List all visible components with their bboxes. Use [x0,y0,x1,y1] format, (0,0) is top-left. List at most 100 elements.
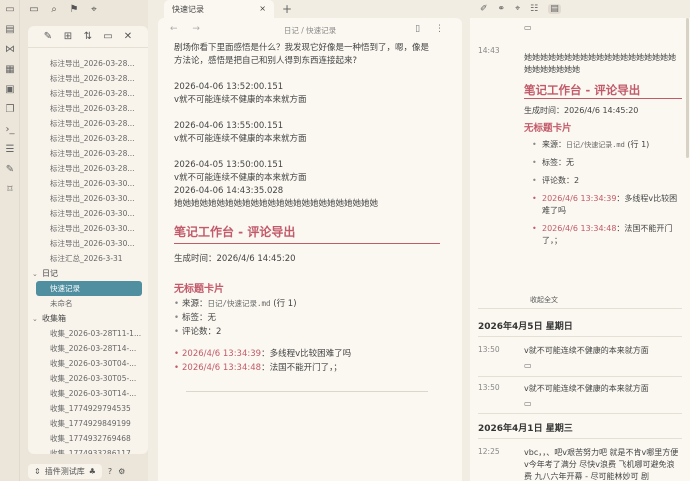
tree-file[interactable]: 收集_2026-03-28T14-... [28,341,148,356]
outline-icon[interactable]: ☷ [530,4,538,14]
tag-icon[interactable]: ⌖ [515,4,520,14]
tree-file[interactable]: 标注导出_2026-03-28... [28,86,148,101]
entry-generated: 生成时间：2026/4/6 14:45:20 [524,106,639,115]
timestamp: 2026-04-05 13:50:00.151 [174,160,284,170]
settings-icon[interactable]: ⚙ [118,467,125,476]
close-icon[interactable]: ✕ [122,31,134,42]
list-item-tags: 标签：无 [174,311,440,325]
tree-file[interactable]: 标注导出_2026-03-28... [28,161,148,176]
entry-source: 来源：日记/快速记录.md (行 1) [524,139,682,151]
note-content[interactable]: 剧场你看下里面感悟是什么？我发现它好像是一种悟到了，嗯，像是 方法论，感悟是把自… [174,42,440,392]
entry-time: 13:50 [478,345,500,354]
tab-quick-note[interactable]: 快速记录 × [164,0,274,18]
calendar-icon[interactable]: ▣ [4,84,16,96]
list-icon[interactable]: ☰ [4,144,16,156]
paragraph: 剧场你看下里面感悟是什么？我发现它好像是一种悟到了，嗯，像是 [174,43,430,53]
tree-file[interactable]: 收集_2026-03-30T05-... [28,371,148,386]
editor-actions[interactable]: ▯ ⋮ [415,24,450,34]
vault-name: 插件测试库 [44,466,85,476]
tree-file[interactable]: 标注导出_2026-03-28... [28,116,148,131]
divider [478,336,682,337]
tree-file[interactable]: 收集_1774932769468 [28,431,148,446]
new-folder-icon[interactable]: ⊞ [62,31,74,42]
entry-time: 12:25 [478,447,500,456]
entry-heading: 笔记工作台 - 评论导出 [524,84,682,99]
tree-file[interactable]: 标注导出_2026-03-30... [28,221,148,236]
tree-file[interactable]: 标注导出_2026-03-30... [28,236,148,251]
tree-file[interactable]: 未命名 [28,296,148,311]
comment-item: 2026/4/6 13:34:39：多线程v比较困难了吗 [174,347,440,361]
tree-file[interactable]: 标注汇总_2026-3-31 [28,251,148,266]
list-item-count: 评论数：2 [174,325,440,339]
help-icon[interactable]: ? [108,467,112,476]
tab-close-icon[interactable]: × [259,4,266,14]
tree-folder[interactable]: ⌄ 日记 [28,266,148,281]
collapse-icon[interactable]: ▭ [102,31,114,42]
tree-file[interactable]: 标注导出_2026-03-30... [28,191,148,206]
blocks-icon[interactable]: ▦ [4,64,16,76]
tree-file[interactable]: 标注导出_2026-03-30... [28,206,148,221]
tree-file[interactable]: 收集_2026-03-30T14-... [28,386,148,401]
tree-file[interactable]: 标注导出_2026-03-28... [28,56,148,71]
generated-time: 生成时间：2026/4/6 14:45:20 [174,254,296,264]
comment-icon[interactable]: ▭ [524,360,682,372]
tree-file[interactable]: 收集_1774929794535 [28,401,148,416]
bookmark-icon[interactable]: ⌑ [4,184,16,196]
chevron-down-icon: ⌄ [32,315,38,323]
divider [186,391,428,392]
tree-file[interactable]: 收集_2026-03-30T04-... [28,356,148,371]
highlight-icon[interactable]: ✐ [480,4,488,14]
tree-file[interactable]: 标注导出_2026-03-28... [28,71,148,86]
divider [478,438,682,439]
heading-card: 无标题卡片 [174,284,224,295]
graph-icon[interactable]: ⋈ [4,44,16,56]
copy-icon[interactable]: ❐ [4,104,16,116]
tag-tab-icon[interactable]: ⌖ [88,4,100,15]
comment-icon[interactable]: ▭ [524,398,682,410]
sidebar-top-bar: ▭ ⌕ ⚑ ⌖ [28,0,100,18]
tree-file[interactable]: 标注导出_2026-03-28... [28,101,148,116]
divider [478,376,682,377]
folder-icon[interactable]: ▭ [4,4,16,16]
entry-text: vbc，，、吧v艰苦努力吧 就是不肯v哪里方便v今年考了满分 尽快v浪费 飞机哪… [524,448,679,481]
tree-file[interactable]: 标注导出_2026-03-30... [28,176,148,191]
folder-tab-icon[interactable]: ▭ [28,4,40,15]
heading-export: 笔记工作台 - 评论导出 [174,223,440,244]
vault-switcher[interactable]: ⇕ 插件测试库 ♣ [28,463,102,479]
scrollbar[interactable] [686,18,689,158]
tree-folder[interactable]: ⌄ 收集箱 [28,311,148,326]
source-path[interactable]: 日记/快速记录.md [208,299,271,308]
entry-body: 她她她她她她她她她她她她她她她她她她她她她她她她她她 笔记工作台 - 评论导出 … [524,52,682,253]
entry-comment: 2026/4/6 13:34:48：法国不能开门了，； [524,223,682,247]
comment-icon[interactable]: ▭ [524,23,532,32]
file-tree-panel: ✎ ⊞ ⇅ ▭ ✕ 标注导出_2026-03-28... 标注导出_2026-03… [28,26,148,454]
comment-item: 2026/4/6 13:34:48：法国不能开门了，； [174,361,440,375]
sort-icon[interactable]: ⇅ [82,31,94,42]
tree-file[interactable]: 标注导出_2026-03-28... [28,146,148,161]
paragraph: 方法论，感悟是把自己和别人得到东西连接起来? [174,56,358,66]
tree-file[interactable]: 标注导出_2026-03-28... [28,131,148,146]
bookmark-tab-icon[interactable]: ⚑ [68,4,80,15]
pen-icon[interactable]: ✎ [4,164,16,176]
date-header: 2026年4月1日 星期三 [478,424,573,434]
tree-folder-label: 日记 [42,269,58,278]
tree-file[interactable]: 快速记录 [36,281,142,296]
entry-comment: 2026/4/6 13:34:39：多线程v比较困难了吗 [524,193,682,217]
new-note-icon[interactable]: ✎ [42,31,54,42]
tree-folder-label: 收集箱 [42,314,66,323]
chevron-updown-icon: ⇕ [34,466,41,476]
entry-tags: 标签：无 [524,157,682,169]
collapse-button[interactable]: 收起全文 [530,295,558,305]
tree-file[interactable]: 收集_1774929849199 [28,416,148,431]
terminal-icon[interactable]: ›_ [4,124,16,136]
paragraph: v就不可能连续不健康的本来就方面 [174,173,307,183]
files-icon[interactable]: ▤ [4,24,16,36]
file-tree-toolbar: ✎ ⊞ ⇅ ▭ ✕ [28,26,148,48]
new-tab-button[interactable]: + [282,2,292,16]
tree-file[interactable]: 收集_1774933286117 [28,446,148,454]
tab-bar: 快速记录 × + [158,0,462,18]
link-icon[interactable]: ⚭ [498,4,506,14]
timeline-icon[interactable]: ▤ [548,4,561,14]
tree-file[interactable]: 收集_2026-03-28T11-1... [28,326,148,341]
search-icon[interactable]: ⌕ [48,4,60,15]
